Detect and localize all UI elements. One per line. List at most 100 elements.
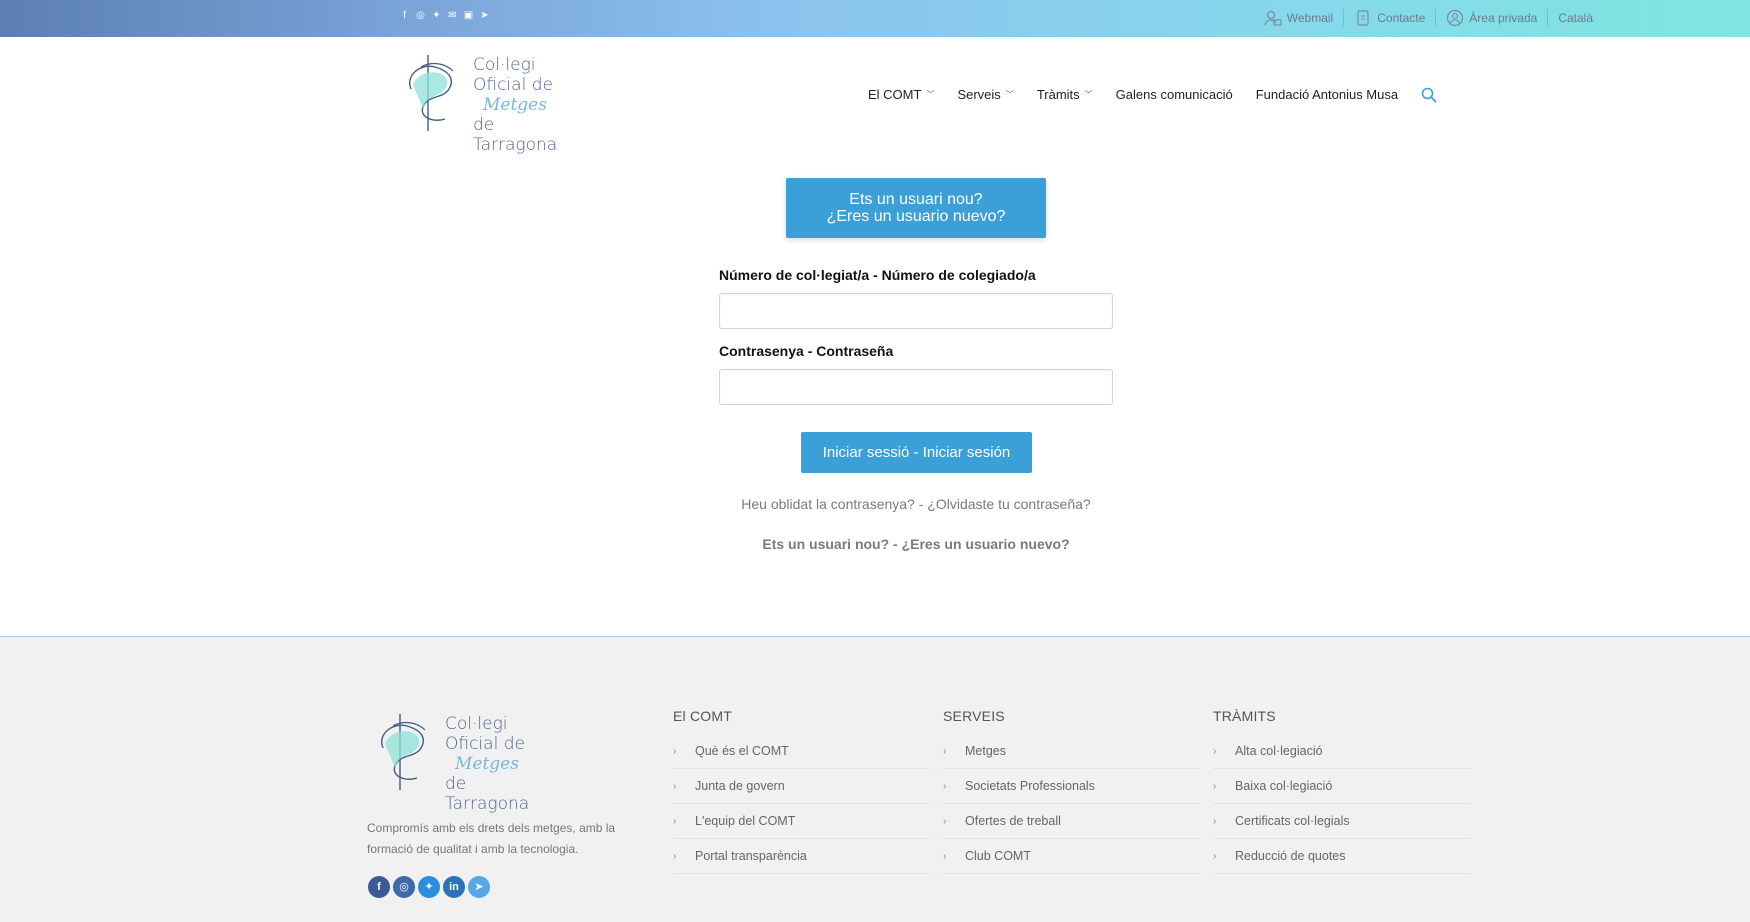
telegram-icon[interactable]: ➤ [479,10,490,21]
private-area-icon [1447,9,1464,26]
nav-item-tramits[interactable]: Tràmits ﹀ [1037,87,1093,102]
forgot-password-link[interactable]: Heu oblidat la contrasenya? - ¿Olvidaste… [0,496,1750,512]
footer-link[interactable]: › L'equip del COMT [673,804,930,839]
facebook-icon[interactable]: f [399,10,410,21]
top-bar: f ◎ ✦ ✉ ▣ ➤ Webmail Contacte Àrea privad… [0,0,1750,37]
footer-logo[interactable]: Col·legi Oficial de Metges de Tarragona [375,712,550,814]
username-field[interactable] [719,293,1113,329]
footer-link[interactable]: › Ofertes de treball [943,804,1200,839]
footer-link[interactable]: › Metges [943,734,1200,769]
chevron-right-icon: › [673,850,677,862]
logo-line-4: de Tarragona [473,115,558,155]
contact-icon [1357,9,1369,26]
footer-link-label: L'equip del COMT [695,813,796,828]
footer-link-label: Portal transparència [695,848,807,863]
logo-text: Col·legi Oficial de Metges de Tarragona [473,55,578,155]
linkedin-icon[interactable]: ▣ [463,10,474,21]
logo-emblem-icon [381,714,426,790]
top-link-contact[interactable]: Contacte [1344,9,1437,26]
nav-item-el-comt[interactable]: El COMT ﹀ [868,87,934,102]
footer-link[interactable]: › Què és el COMT [673,734,930,769]
footer-link[interactable]: › Societats Professionals [943,769,1200,804]
chevron-right-icon: › [1213,780,1217,792]
footer-link[interactable]: › Portal transparència [673,839,930,874]
chevron-right-icon: › [1213,815,1217,827]
logo-line-2: Oficial de [473,75,553,95]
chevron-right-icon: › [673,815,677,827]
logo-line-3: Metges [483,95,547,115]
footer-column-title: El COMT [673,708,732,724]
nav-label: Serveis [957,87,1001,102]
top-link-private-area[interactable]: Àrea privada [1436,9,1549,26]
chevron-down-icon: ﹀ [1084,90,1093,99]
top-link-label: Contacte [1377,10,1426,25]
nav-item-serveis[interactable]: Serveis ﹀ [957,87,1013,102]
username-label: Número de col·legiat/a - Número de coleg… [719,267,1036,283]
telegram-icon[interactable]: ➤ [468,876,490,898]
password-field[interactable] [719,369,1113,405]
footer-link[interactable]: › Alta col·legiació [1213,734,1470,769]
footer-link-label: Metges [965,743,1006,758]
chevron-right-icon: › [943,850,947,862]
chevron-down-icon: ﹀ [1005,90,1014,99]
chevron-right-icon: › [673,745,677,757]
chevron-right-icon: › [1213,850,1217,862]
logo-line-4: de Tarragona [445,774,530,814]
linkedin-icon[interactable]: in [443,876,465,898]
chevron-right-icon: › [943,815,947,827]
instagram-icon[interactable]: ◎ [415,10,426,21]
main-nav: El COMT ﹀ Serveis ﹀ Tràmits ﹀ Galens comuni… [868,87,1421,102]
top-link-webmail[interactable]: Webmail [1254,9,1345,26]
top-social-icons: f ◎ ✦ ✉ ▣ ➤ [399,10,490,21]
footer-tagline: Compromís amb els drets dels metges, amb… [367,821,616,856]
footer-link-label: Ofertes de treball [965,813,1061,828]
footer-link-label: Societats Professionals [965,778,1095,793]
footer-column-title: TRÀMITS [1213,708,1276,724]
new-user-button[interactable]: Ets un usuari nou? ¿Eres un usuario nuev… [786,178,1046,238]
search-icon[interactable] [1421,87,1437,103]
footer-column-serveis: SERVEIS › Metges › Societats Professionals… [943,708,1200,874]
footer-link-label: Junta de govern [695,778,785,793]
footer-column-tramits: TRÀMITS › Alta col·legiació › Baixa col·le… [1213,708,1470,874]
chevron-right-icon: › [943,745,947,757]
logo-line-1: Col·legi [473,55,536,75]
footer-column-el-comt: El COMT › Què és el COMT › Junta de govern… [673,708,930,874]
footer-link-label: Club COMT [965,848,1031,863]
nav-item-fundacio[interactable]: Fundació Antonius Musa [1256,87,1398,102]
footer-link-label: Què és el COMT [695,743,789,758]
facebook-icon[interactable]: f [368,876,390,898]
footer-link[interactable]: › Club COMT [943,839,1200,874]
new-user-link[interactable]: Ets un usuari nou? - ¿Eres un usuario nu… [0,536,1750,552]
logo-emblem-icon [409,55,454,131]
footer-column-title: SERVEIS [943,708,1005,724]
password-label: Contrasenya - Contraseña [719,343,894,359]
footer-link-label: Baixa col·legiació [1235,778,1333,793]
logo-line-2: Oficial de [445,734,525,754]
nav-item-galens[interactable]: Galens comunicació [1116,87,1233,102]
top-link-label: Àrea privada [1469,10,1538,25]
site-logo[interactable]: Col·legi Oficial de Metges de Tarragona [403,53,578,155]
footer-link[interactable]: › Reducció de quotes [1213,839,1470,874]
nav-label: Fundació Antonius Musa [1255,87,1399,102]
twitter-icon[interactable]: ✦ [418,876,440,898]
footer-link-label: Alta col·legiació [1235,743,1323,758]
language-selector[interactable]: Català [1548,9,1593,26]
footer-link[interactable]: › Baixa col·legiació [1213,769,1470,804]
instagram-icon[interactable]: ◎ [393,876,415,898]
webmail-icon [1264,10,1282,26]
footer-link[interactable]: › Certificats col·legials [1213,804,1470,839]
logo-line-3: Metges [455,754,519,774]
email-icon[interactable]: ✉ [447,10,458,21]
language-label: Català [1558,10,1593,25]
new-user-button-line2: ¿Eres un usuario nuevo? [826,208,1006,225]
footer-social-icons: f ◎ ✦ in ➤ [368,876,490,898]
login-button[interactable]: Iniciar sessió - Iniciar sesión [801,432,1032,473]
logo-line-1: Col·legi [445,714,508,734]
nav-label: Tràmits [1036,87,1080,102]
new-user-button-line1: Ets un usuari nou? [849,191,983,208]
twitter-icon[interactable]: ✦ [431,10,442,21]
top-links: Webmail Contacte Àrea privada Català [1254,9,1593,26]
chevron-right-icon: › [1213,745,1217,757]
footer-link-label: Certificats col·legials [1235,813,1350,828]
footer-link[interactable]: › Junta de govern [673,769,930,804]
